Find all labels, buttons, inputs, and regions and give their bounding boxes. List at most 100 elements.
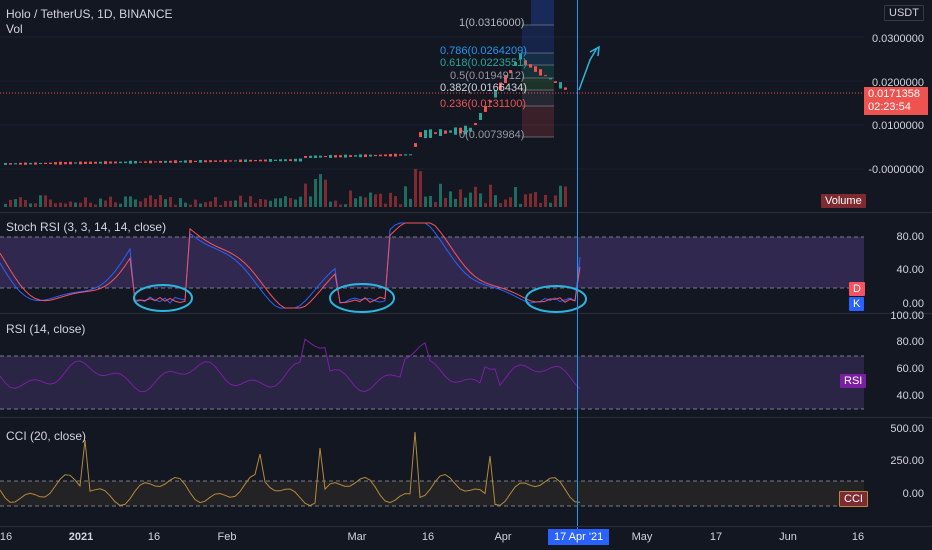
candle	[379, 155, 382, 157]
price-pane[interactable]: Holo / TetherUS, 1D, BINANCE Vol 1(0.031…	[0, 0, 864, 212]
time-label: Jun	[779, 531, 797, 543]
candle	[304, 156, 307, 158]
candle	[414, 143, 417, 147]
volume-bar	[74, 203, 77, 207]
currency-button[interactable]: USDT	[884, 5, 924, 21]
rsi-tick: 60.00	[896, 363, 924, 375]
volume-bar	[79, 203, 82, 207]
volume-bar	[254, 203, 257, 207]
volume-bar	[169, 197, 172, 207]
candle	[479, 113, 482, 120]
price-axis[interactable]: USDT 0.0300000 0.0200000 0.0100000 -0.00…	[864, 0, 932, 212]
candle	[144, 161, 147, 162]
candle	[334, 155, 337, 157]
candle	[364, 154, 367, 157]
cci-tick: 500.00	[890, 423, 924, 435]
candle	[24, 163, 27, 165]
volume-bar	[379, 194, 382, 207]
rsi-pane[interactable]: RSI (14, close)	[0, 314, 864, 417]
stoch-tick: 80.00	[896, 231, 924, 243]
current-price-value: 0.0171358	[864, 87, 928, 101]
candle	[434, 132, 437, 134]
volume-bar	[359, 196, 362, 207]
fib-level-label: 0.382(0.0166434)	[440, 82, 527, 94]
volume-bar	[139, 201, 142, 207]
volume-bar	[174, 205, 177, 207]
fib-level-label: 0.236(0.0131100)	[440, 98, 526, 110]
candle	[389, 154, 392, 156]
volume-bar	[164, 199, 167, 207]
volume-bar	[429, 196, 432, 207]
candle	[349, 155, 352, 157]
volume-bar	[224, 201, 227, 207]
candle	[324, 156, 327, 157]
cci-tick: 0.00	[903, 488, 924, 500]
candle	[314, 155, 317, 158]
candle	[39, 163, 42, 164]
candle	[49, 163, 52, 164]
time-label: Feb	[218, 531, 237, 543]
cci-canvas[interactable]	[0, 418, 864, 526]
volume-bar	[444, 198, 447, 207]
stoch-rsi-title[interactable]: Stoch RSI (3, 3, 14, 14, close)	[6, 220, 166, 234]
candle	[394, 154, 397, 157]
symbol-title[interactable]: Holo / TetherUS, 1D, BINANCE	[6, 7, 173, 21]
volume-bar	[484, 203, 487, 207]
price-tick: -0.0000000	[868, 164, 924, 176]
volume-bar	[344, 204, 347, 207]
volume-bar	[149, 195, 152, 207]
cci-title[interactable]: CCI (20, close)	[6, 429, 86, 443]
volume-bar	[519, 204, 522, 207]
candle	[399, 154, 402, 155]
volume-bar	[179, 198, 182, 207]
price-tick: 0.0100000	[872, 120, 924, 132]
fib-zone	[522, 106, 554, 137]
candle	[424, 130, 427, 138]
volume-bar	[34, 203, 37, 207]
candle	[439, 129, 442, 136]
rsi-title[interactable]: RSI (14, close)	[6, 322, 85, 336]
volume-bar	[319, 174, 322, 207]
volume-bar	[24, 200, 27, 207]
volume-bar	[209, 201, 212, 207]
volume-bar	[279, 198, 282, 207]
rsi-axis[interactable]: 100.00 80.00 60.00 40.00	[864, 314, 932, 417]
volume-bar	[284, 196, 287, 207]
cci-pane[interactable]: CCI (20, close)	[0, 418, 864, 526]
candle	[54, 162, 57, 164]
price-chart-canvas[interactable]	[0, 0, 864, 212]
volume-bar	[199, 204, 202, 207]
rsi-canvas[interactable]	[0, 314, 864, 417]
time-label: 16	[0, 531, 12, 543]
volume-bar	[314, 179, 317, 207]
cci-axis[interactable]: 500.00 250.00 0.00	[864, 418, 932, 526]
candle	[274, 160, 277, 161]
candle	[564, 87, 567, 89]
candle	[89, 162, 92, 164]
stoch-axis[interactable]: 80.00 40.00 0.00	[864, 213, 932, 313]
volume-bar	[384, 204, 387, 207]
candle	[234, 160, 237, 161]
volume-bar	[84, 197, 87, 207]
rsi-tick: 40.00	[896, 390, 924, 402]
candle	[124, 162, 127, 164]
candle	[204, 160, 207, 162]
stoch-rsi-pane[interactable]: Stoch RSI (3, 3, 14, 14, close)	[0, 213, 864, 313]
candle	[229, 160, 232, 161]
volume-bar	[69, 201, 72, 207]
candle	[339, 155, 342, 157]
candle	[214, 160, 217, 161]
volume-bar	[439, 184, 442, 207]
stoch-band	[0, 237, 864, 288]
crosshair-vertical	[577, 0, 578, 530]
candle	[254, 160, 257, 161]
volume-bar	[214, 197, 217, 207]
candle	[344, 155, 347, 158]
candle	[19, 163, 22, 165]
stoch-tick: 0.00	[903, 298, 924, 310]
candle	[199, 160, 202, 163]
volume-bar	[554, 195, 557, 207]
volume-legend[interactable]: Vol	[6, 22, 23, 36]
volume-bar	[304, 184, 307, 207]
volume-bar	[219, 205, 222, 207]
